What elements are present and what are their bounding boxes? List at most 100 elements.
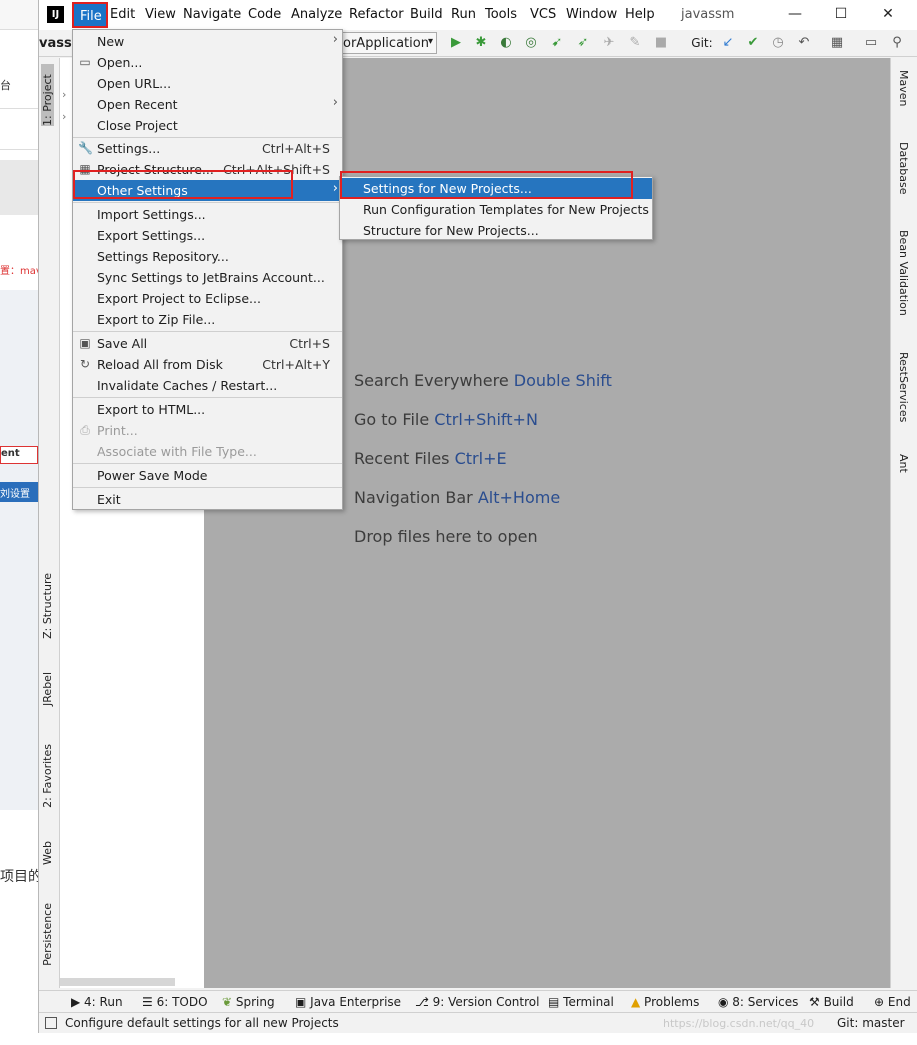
menu-edit[interactable]: Edit	[110, 7, 135, 22]
jrebel-run-icon[interactable]: ➹	[549, 35, 565, 51]
list-icon: ☰	[142, 995, 157, 1009]
menu-window[interactable]: Window	[566, 7, 617, 22]
chevron-right-icon[interactable]: ›	[62, 110, 66, 123]
tab-favorites[interactable]: 2: Favorites	[41, 744, 54, 808]
menu-item-import-settings[interactable]: Import Settings...	[73, 204, 342, 225]
menu-item-sync-settings[interactable]: Sync Settings to JetBrains Account...	[73, 267, 342, 288]
presentation-icon[interactable]: ▭	[863, 35, 879, 51]
profile-icon[interactable]: ◎	[523, 35, 539, 51]
menu-separator	[73, 463, 342, 464]
tab-web[interactable]: Web	[41, 841, 54, 865]
menu-vcs[interactable]: VCS	[530, 7, 556, 22]
tab-project[interactable]: 1: Project	[41, 64, 54, 126]
menu-item-export-eclipse[interactable]: Export Project to Eclipse...	[73, 288, 342, 309]
menu-item-run-config-templates[interactable]: Run Configuration Templates for New Proj…	[340, 199, 652, 220]
menu-file[interactable]: File	[72, 2, 108, 28]
tab-problems[interactable]: ▲ Problems	[631, 995, 699, 1009]
chevron-right-icon: ›	[332, 32, 338, 47]
run-config-label: orApplication	[343, 36, 429, 51]
tab-bean-validation[interactable]: Bean Validation	[897, 230, 910, 316]
menu-item-power-save[interactable]: Power Save Mode	[73, 465, 342, 486]
menu-item-invalidate-caches[interactable]: Invalidate Caches / Restart...	[73, 375, 342, 396]
tab-label: 6: TODO	[156, 995, 208, 1009]
menu-tools[interactable]: Tools	[485, 7, 517, 22]
build-artifact-icon[interactable]: ✎	[627, 35, 643, 51]
right-tool-strip: Maven Database Bean Validation RestServi…	[890, 58, 917, 988]
tab-build[interactable]: ⚒ Build	[809, 995, 854, 1009]
menu-item-open[interactable]: ▭ Open...	[73, 52, 342, 73]
tab-jrebel[interactable]: JRebel	[41, 672, 54, 706]
menu-run[interactable]: Run	[451, 7, 476, 22]
tab-ant[interactable]: Ant	[897, 454, 910, 473]
hint-shortcut: Double Shift	[513, 371, 612, 390]
tab-label: 9: Version Control	[432, 995, 540, 1009]
tab-label: 4: Run	[84, 995, 123, 1009]
intellij-logo-icon: IJ	[47, 6, 64, 23]
tab-spring[interactable]: ❦ Spring	[222, 995, 275, 1009]
tab-version-control[interactable]: ⎇ 9: Version Control	[415, 995, 539, 1009]
tab-maven[interactable]: Maven	[897, 70, 910, 106]
hammer-icon: ⚒	[809, 995, 824, 1009]
menu-view[interactable]: View	[145, 7, 176, 22]
menu-item-open-url[interactable]: Open URL...	[73, 73, 342, 94]
globe-icon: ⊕	[874, 995, 888, 1009]
tab-structure[interactable]: Z: Structure	[41, 573, 54, 639]
menu-item-export-zip[interactable]: Export to Zip File...	[73, 309, 342, 330]
stop-icon[interactable]: ■	[653, 35, 669, 51]
horizontal-scrollbar[interactable]	[60, 978, 175, 986]
menu-analyze[interactable]: Analyze	[291, 7, 342, 22]
tab-persistence[interactable]: Persistence	[41, 903, 54, 966]
search-icon[interactable]: ⚲	[889, 35, 905, 51]
menu-build[interactable]: Build	[410, 7, 443, 22]
menu-item-settings[interactable]: 🔧 Settings... Ctrl+Alt+S	[73, 138, 342, 159]
bg-snippet: 刘设置	[0, 489, 30, 500]
maximize-button[interactable]: ☐	[831, 4, 851, 24]
hint-recent-files: Recent Files Ctrl+E	[354, 449, 507, 468]
menu-item-export-settings[interactable]: Export Settings...	[73, 225, 342, 246]
hint-search-everywhere: Search Everywhere Double Shift	[354, 371, 612, 390]
tab-services[interactable]: ◉ 8: Services	[718, 995, 798, 1009]
jrebel-debug-icon[interactable]: ➶	[575, 35, 591, 51]
menu-item-reload-all[interactable]: ↻ Reload All from Disk Ctrl+Alt+Y	[73, 354, 342, 375]
tab-todo[interactable]: ☰ 6: TODO	[142, 995, 208, 1009]
menu-help[interactable]: Help	[625, 7, 655, 22]
annotation-highlight-other-settings	[73, 170, 293, 199]
chevron-right-icon[interactable]: ›	[62, 88, 66, 101]
tab-endpoints[interactable]: ⊕ End	[874, 995, 911, 1009]
tab-java-enterprise[interactable]: ▣ Java Enterprise	[295, 995, 401, 1009]
menu-item-associate-file-type: Associate with File Type...	[97, 444, 257, 459]
bg-browser-bar	[0, 0, 38, 30]
menu-refactor[interactable]: Refactor	[349, 7, 404, 22]
bg-snippet: ent	[1, 448, 20, 459]
status-message: Configure default settings for all new P…	[65, 1016, 339, 1030]
menu-item-new[interactable]: New ›	[73, 31, 342, 52]
project-structure-icon[interactable]: ▦	[829, 35, 845, 51]
tab-terminal[interactable]: ▤ Terminal	[548, 995, 614, 1009]
run-icon[interactable]: ▶	[448, 35, 464, 51]
jrebel-update-icon[interactable]: ✈	[601, 35, 617, 51]
debug-icon[interactable]: ✱	[473, 35, 489, 51]
menu-item-exit[interactable]: Exit	[73, 489, 342, 510]
toggle-tool-windows-icon[interactable]	[45, 1017, 57, 1029]
menu-item-save-all[interactable]: ▣ Save All Ctrl+S	[73, 333, 342, 354]
tab-run[interactable]: ▶ 4: Run	[71, 995, 123, 1009]
menu-item-structure-new-projects[interactable]: Structure for New Projects...	[340, 220, 652, 241]
git-commit-icon[interactable]: ✔	[745, 35, 761, 51]
menu-item-open-recent[interactable]: Open Recent ›	[73, 94, 342, 115]
run-config-select[interactable]: orApplication ▾	[339, 32, 437, 54]
git-update-icon[interactable]: ↙	[720, 35, 736, 51]
menu-item-export-html[interactable]: Export to HTML...	[73, 399, 342, 420]
close-button[interactable]: ✕	[878, 4, 898, 24]
menu-item-close-project[interactable]: Close Project	[73, 115, 342, 136]
minimize-button[interactable]: —	[785, 4, 805, 24]
git-rollback-icon[interactable]: ↶	[796, 35, 812, 51]
git-branch[interactable]: Git: master	[837, 1016, 905, 1030]
coverage-icon[interactable]: ◐	[498, 35, 514, 51]
git-history-icon[interactable]: ◷	[770, 35, 786, 51]
tab-database[interactable]: Database	[897, 142, 910, 195]
menu-item-settings-repository[interactable]: Settings Repository...	[73, 246, 342, 267]
tab-restservices[interactable]: RestServices	[897, 352, 910, 422]
menu-navigate[interactable]: Navigate	[183, 7, 241, 22]
menu-code[interactable]: Code	[248, 7, 281, 22]
hint-label: Navigation Bar	[354, 488, 473, 507]
